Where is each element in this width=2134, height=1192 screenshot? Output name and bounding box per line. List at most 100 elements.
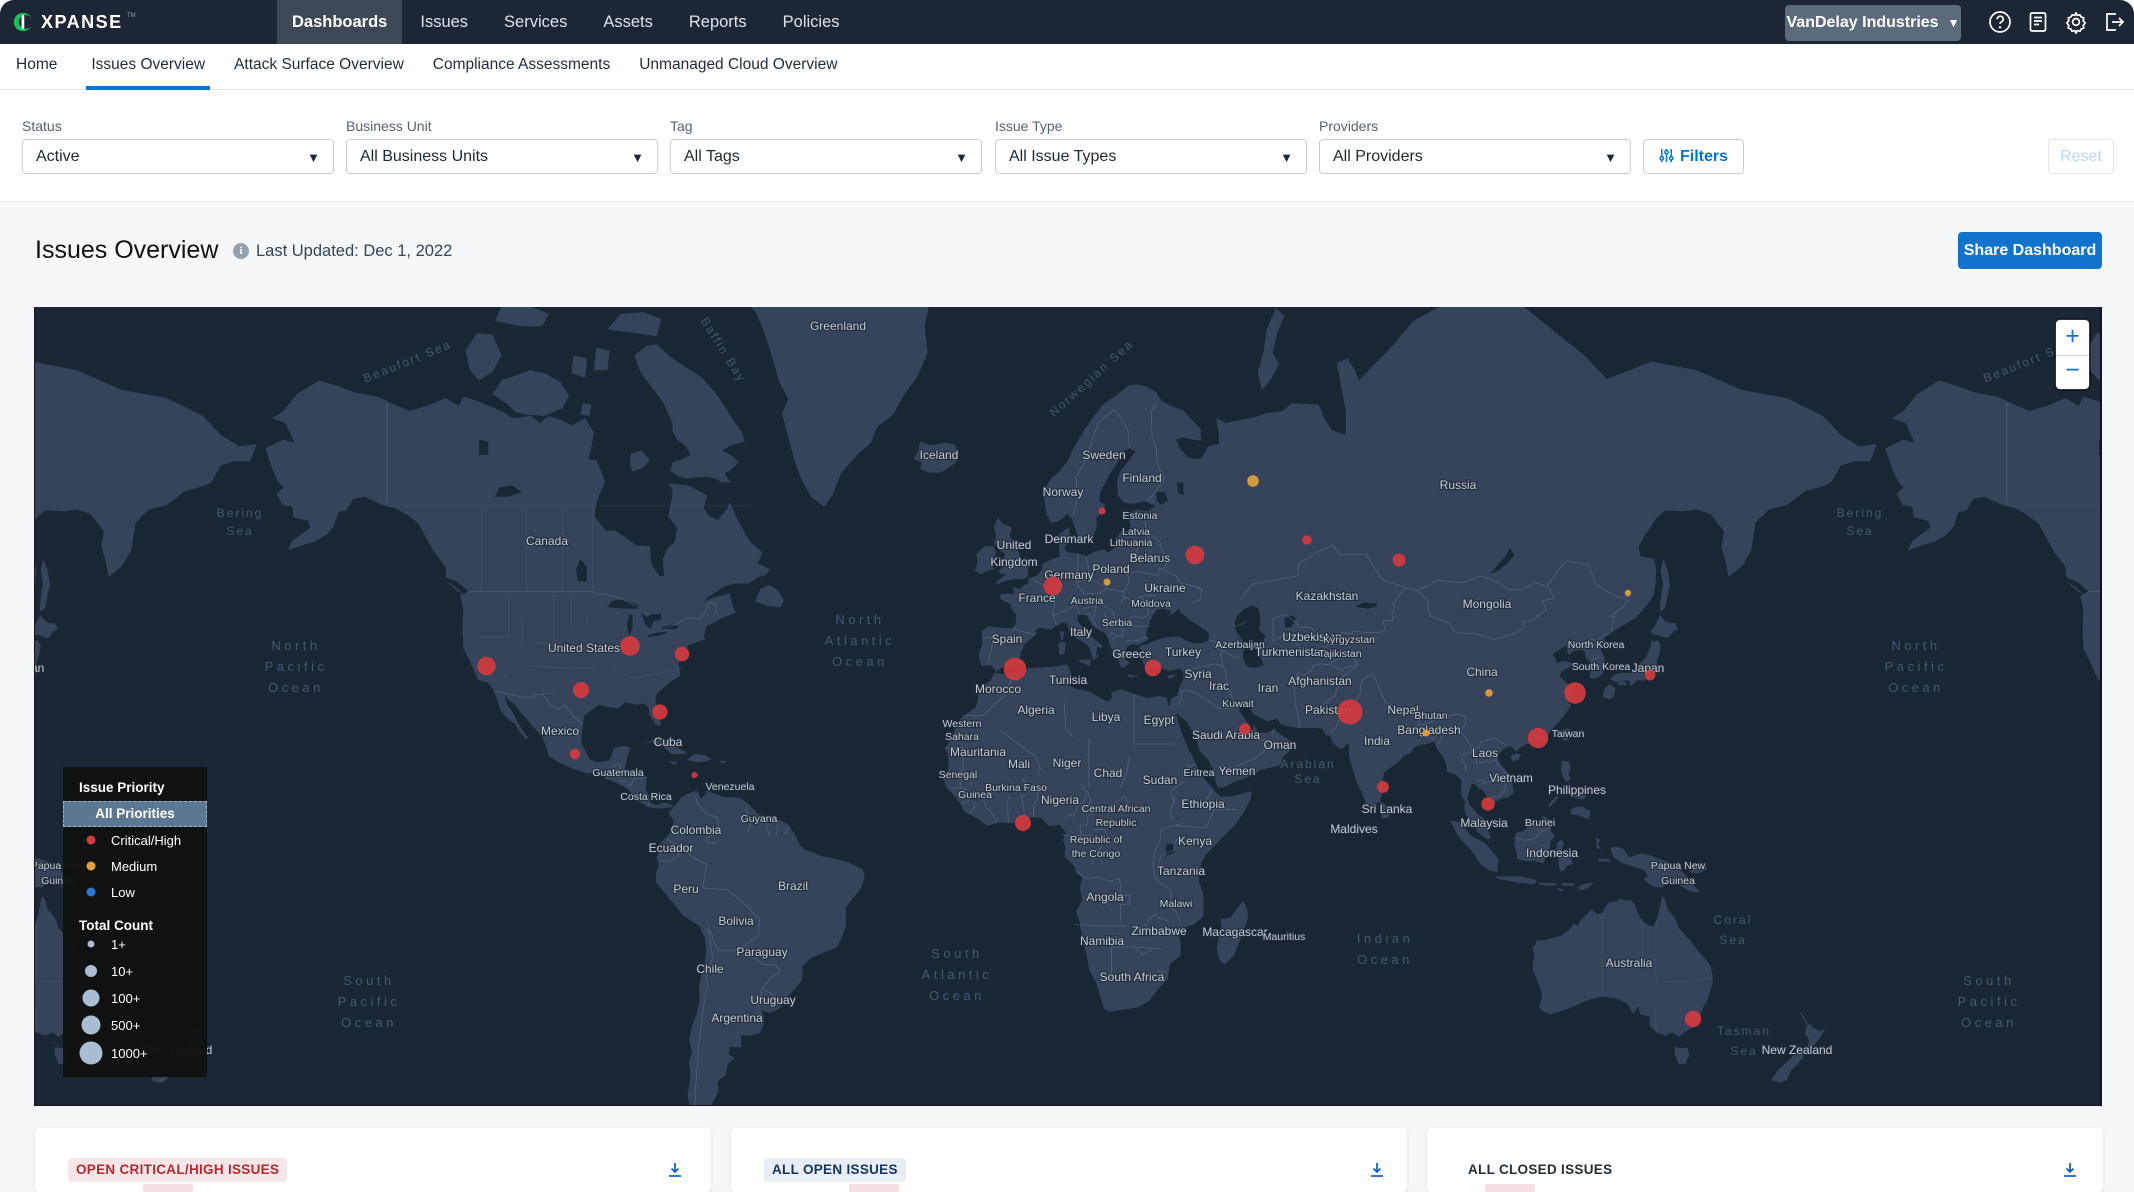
svg-text:Zimbabwe: Zimbabwe [1131,924,1187,938]
svg-text:Pacific: Pacific [1885,659,1948,674]
svg-text:Coral: Coral [1714,913,1753,927]
svg-text:Vietnam: Vietnam [1489,771,1533,785]
svg-text:Ocean: Ocean [268,680,324,695]
svg-text:South: South [1963,973,2014,988]
svg-text:Cuba: Cuba [654,735,683,749]
svg-text:Bering: Bering [217,506,264,520]
svg-text:Western: Western [943,718,982,730]
svg-text:Turkmenistan: Turkmenistan [1255,645,1327,659]
svg-text:Japan: Japan [34,661,44,675]
svg-text:Austria: Austria [1071,595,1104,607]
svg-text:Maldives: Maldives [1330,822,1377,836]
svg-text:Philippines: Philippines [1548,783,1606,797]
svg-text:Ocean: Ocean [832,654,888,669]
svg-text:Kazakhstan: Kazakhstan [1296,589,1359,603]
svg-text:Nigeria: Nigeria [1041,793,1079,807]
svg-text:Central African: Central African [1082,803,1151,815]
svg-text:Greece: Greece [1112,647,1152,661]
svg-text:Canada: Canada [526,534,568,548]
svg-text:Brunei: Brunei [1525,817,1555,829]
svg-text:Macagascar: Macagascar [1202,925,1267,939]
svg-text:Arabian: Arabian [1280,757,1335,771]
svg-text:Laos: Laos [1472,746,1498,760]
svg-text:North: North [1891,638,1940,653]
svg-text:Russia: Russia [1440,478,1477,492]
svg-text:South: South [343,973,394,988]
svg-text:Iceland: Iceland [920,448,959,462]
svg-text:Bhutan: Bhutan [1414,710,1447,722]
svg-text:Sahara: Sahara [945,731,979,743]
svg-text:Sea: Sea [1730,1044,1757,1058]
svg-text:Estonia: Estonia [1122,510,1157,522]
svg-text:Malawi: Malawi [1160,898,1193,910]
svg-text:the Congo: the Congo [1072,848,1121,860]
svg-text:Sweden: Sweden [1082,448,1125,462]
svg-text:Sri Lanka: Sri Lanka [1362,802,1413,816]
svg-text:North: North [271,638,320,653]
svg-text:Pacific: Pacific [1958,994,2021,1009]
svg-text:Irac: Irac [1209,679,1229,693]
svg-text:Morocco: Morocco [975,682,1021,696]
svg-text:Guinea: Guinea [958,789,992,801]
svg-text:Syria: Syria [1184,667,1212,681]
svg-text:Peru: Peru [673,882,698,896]
svg-text:Taiwan: Taiwan [1552,728,1585,740]
svg-text:Kyrgyzstan: Kyrgyzstan [1323,634,1375,646]
svg-text:Guatemala: Guatemala [592,767,644,779]
svg-text:Iran: Iran [1258,681,1279,695]
svg-text:Republic: Republic [1096,817,1137,829]
svg-text:Bering: Bering [1837,506,1884,520]
svg-text:Burkina Faso: Burkina Faso [985,782,1047,794]
svg-text:Denmark: Denmark [1045,532,1095,546]
svg-text:Turkey: Turkey [1165,645,1201,659]
svg-text:Kingdom: Kingdom [990,555,1037,569]
svg-text:Australia: Australia [1606,956,1653,970]
svg-text:Mongolia: Mongolia [1463,597,1512,611]
svg-text:Afghanistan: Afghanistan [1288,674,1351,688]
svg-text:Ocean: Ocean [1961,1015,2017,1030]
svg-text:Ocean: Ocean [1888,680,1944,695]
svg-text:Sea: Sea [1846,524,1873,538]
svg-text:United: United [997,538,1032,552]
svg-text:Brazil: Brazil [778,879,808,893]
svg-text:Pacific: Pacific [338,994,401,1009]
svg-text:Sea: Sea [226,524,253,538]
svg-text:Bolivia: Bolivia [718,914,754,928]
svg-text:Bangladesh: Bangladesh [1397,723,1460,737]
svg-text:Kenya: Kenya [1178,834,1212,848]
svg-text:Guyana: Guyana [741,813,778,825]
svg-text:Uruguay: Uruguay [750,993,795,1007]
svg-text:Costa Rica: Costa Rica [620,791,672,803]
svg-text:Colombia: Colombia [671,823,722,837]
svg-text:Senegal: Senegal [939,769,978,781]
svg-text:Belarus: Belarus [1130,551,1171,565]
svg-text:Chad: Chad [1094,766,1123,780]
svg-text:Italy: Italy [1070,625,1092,639]
svg-text:Sudan: Sudan [1143,773,1178,787]
svg-text:Pacific: Pacific [265,659,328,674]
svg-text:Indonesia: Indonesia [1526,846,1578,860]
svg-text:Namibia: Namibia [1080,934,1124,948]
svg-text:Norway: Norway [1043,485,1084,499]
svg-text:Ocean: Ocean [1357,952,1413,967]
svg-text:Oman: Oman [1264,738,1297,752]
svg-text:Papua New: Papua New [1651,860,1706,872]
svg-text:Ocean: Ocean [929,988,985,1003]
svg-text:Sea: Sea [1719,933,1746,947]
svg-text:Indian: Indian [1357,931,1413,946]
svg-text:Egypt: Egypt [1144,713,1175,727]
svg-text:North Korea: North Korea [1568,639,1625,651]
svg-text:Ocean: Ocean [341,1015,397,1030]
svg-text:Mauritius: Mauritius [1263,931,1306,943]
svg-text:Lithuania: Lithuania [1110,537,1153,549]
svg-text:Tajikistan: Tajikistan [1318,648,1361,660]
svg-text:Kuwait: Kuwait [1222,698,1254,710]
svg-text:Angola: Angola [1086,890,1124,904]
svg-text:Atlantic: Atlantic [922,967,993,982]
svg-text:Ukraine: Ukraine [1144,581,1186,595]
svg-text:Libya: Libya [1092,710,1121,724]
svg-text:Venezuela: Venezuela [705,781,754,793]
svg-text:Mauritania: Mauritania [950,745,1006,759]
svg-text:Tasman: Tasman [1717,1024,1771,1038]
svg-text:Republic of: Republic of [1070,834,1123,846]
